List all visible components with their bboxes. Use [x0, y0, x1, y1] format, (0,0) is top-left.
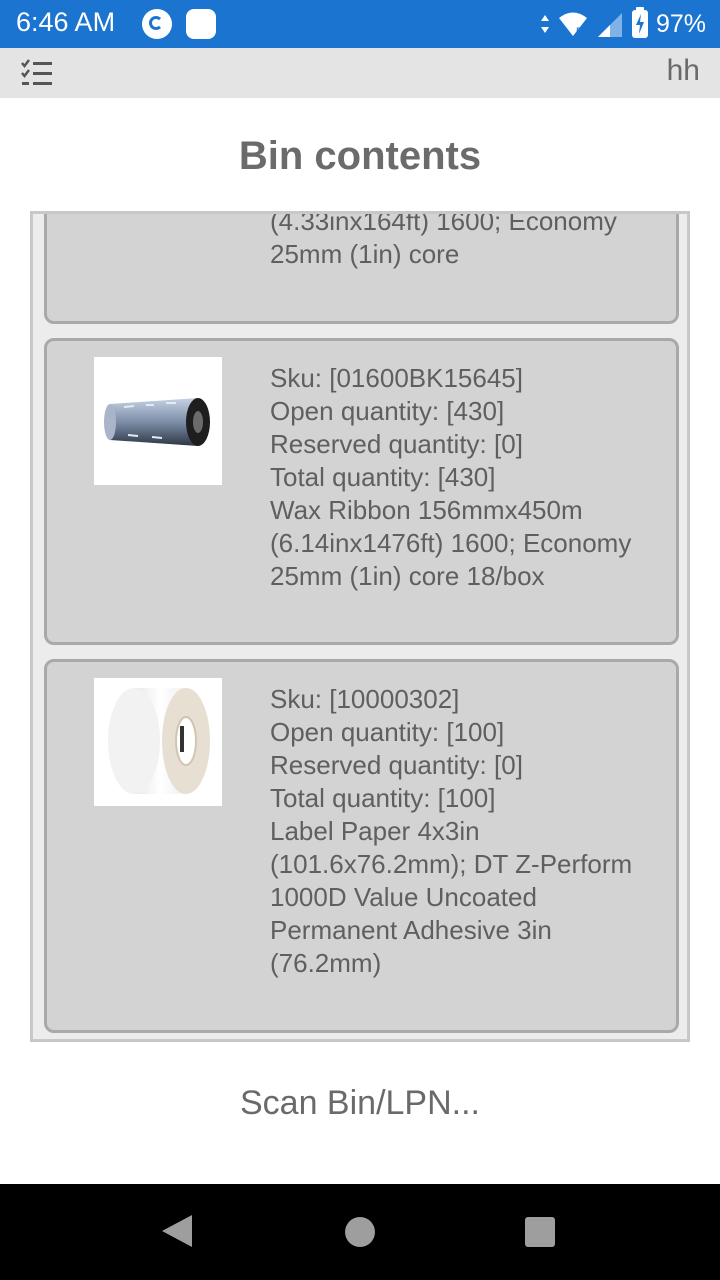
item-reserved-quantity: Reserved quantity: [0]: [270, 429, 523, 459]
status-indicators: 5 97%: [540, 7, 706, 40]
page-title: Bin contents: [238, 134, 482, 178]
checklist-menu-icon[interactable]: [20, 58, 54, 88]
item-text: Sku: [01600BK15645] Open quantity: [430]…: [270, 362, 680, 593]
app-toolbar: hh: [0, 48, 720, 98]
status-bar: 6:46 AM 5 97%: [0, 0, 720, 48]
app-square-icon: [186, 9, 216, 39]
item-sku: Sku: [01600BK15645]: [270, 363, 523, 393]
item-description-line: (76.2mm): [270, 948, 382, 978]
battery-percentage: 97%: [655, 9, 706, 38]
list-item[interactable]: Sku: [01600BK15645] Open quantity: [430]…: [44, 338, 679, 645]
item-description-line: Wax Ribbon 156mmx450m: [270, 495, 583, 525]
item-description-line: (6.14inx1476ft) 1600; Economy: [270, 528, 632, 558]
wifi-icon: 5: [558, 12, 587, 37]
item-description-line: 1000D Value Uncoated: [270, 882, 537, 912]
item-text: Sku: [10000302] Open quantity: [100] Res…: [270, 683, 680, 980]
item-open-quantity: Open quantity: [430]: [270, 396, 505, 426]
scan-bin-input[interactable]: Scan Bin/LPN...: [0, 1084, 720, 1123]
signal-icon: [597, 13, 622, 37]
list-item[interactable]: (4.33inx164ft) 1600; Economy 25mm (1in) …: [44, 211, 680, 324]
item-sku: Sku: [10000302]: [270, 684, 460, 714]
status-time: 6:46 AM: [16, 7, 116, 37]
label-roll-image: [94, 678, 222, 806]
user-label[interactable]: hh: [667, 54, 700, 88]
item-total-quantity: Total quantity: [100]: [270, 783, 496, 813]
item-description-line: (101.6x76.2mm); DT Z-Perform: [270, 849, 633, 879]
item-description-line: Permanent Adhesive 3in: [270, 915, 552, 945]
ribbon-roll-image: [94, 357, 222, 485]
item-description-line: (4.33inx164ft) 1600; Economy: [270, 211, 617, 236]
list-item[interactable]: Sku: [10000302] Open quantity: [100] Res…: [44, 659, 679, 1033]
recents-icon[interactable]: [525, 1217, 555, 1247]
item-total-quantity: Total quantity: [430]: [270, 462, 496, 492]
svg-text:5: 5: [576, 26, 582, 37]
item-description-line: 25mm (1in) core 18/box: [270, 561, 545, 591]
data-arrows-icon: [540, 15, 549, 33]
item-text: (4.33inx164ft) 1600; Economy 25mm (1in) …: [270, 211, 680, 271]
app-notification-icon: [142, 9, 172, 39]
item-description-line: Label Paper 4x3in: [270, 816, 480, 846]
battery-charging-icon: [631, 7, 648, 38]
back-icon[interactable]: [162, 1215, 192, 1247]
home-icon[interactable]: [345, 1217, 375, 1247]
item-open-quantity: Open quantity: [100]: [270, 717, 505, 747]
item-reserved-quantity: Reserved quantity: [0]: [270, 750, 523, 780]
bin-contents-list[interactable]: (4.33inx164ft) 1600; Economy 25mm (1in) …: [30, 211, 690, 1042]
item-description-line: 25mm (1in) core: [270, 239, 460, 269]
